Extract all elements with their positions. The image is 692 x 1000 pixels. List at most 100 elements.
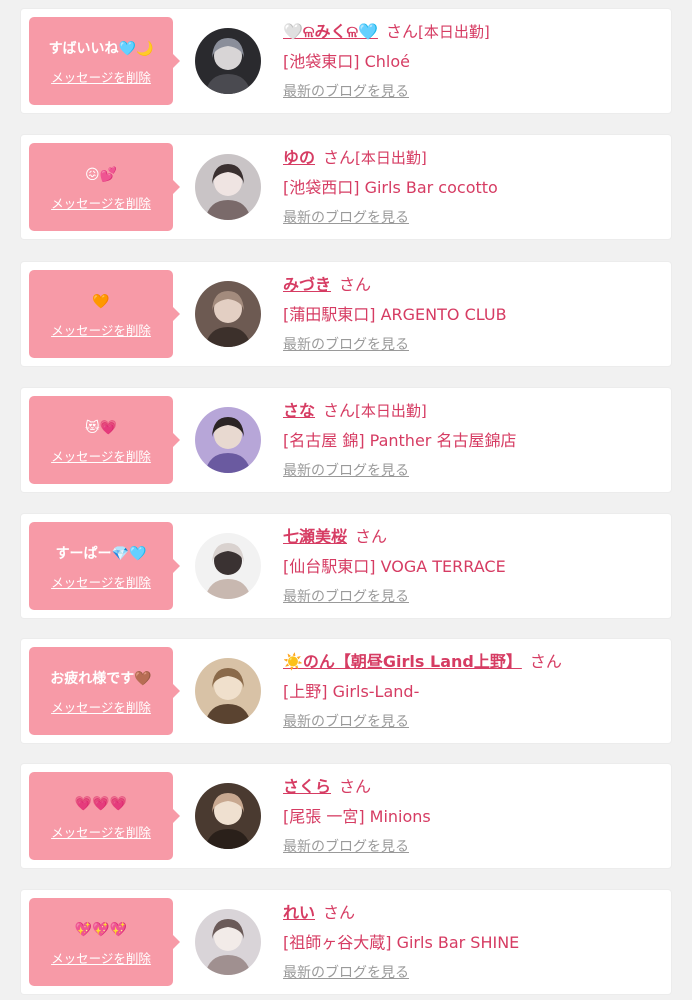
message-card: 😻💗 メッセージを削除 さな さん[本日出勤] [名古屋 錦] Panther 名古屋錦… <box>21 388 671 492</box>
message-card: すーぱー💎🩵 メッセージを削除 七瀬美桜 さん [仙台駅東口] VOGA TERRACE… <box>21 514 671 618</box>
message-text: 💖💖💖 <box>74 922 128 938</box>
shop-name: [名古屋 錦] Panther 名古屋錦店 <box>283 431 517 450</box>
cast-name-line: 🤍ଳみくଳ🩵 さん[本日出勤] <box>283 17 663 47</box>
message-card: すばいいね🩵🌙 メッセージを削除 🤍ଳみくଳ🩵 さん[本日出勤] [池袋東口] Chlo… <box>21 9 671 113</box>
message-bubble: すーぱー💎🩵 メッセージを削除 <box>29 522 180 610</box>
cast-name-link[interactable]: さな <box>283 401 315 420</box>
shop-name: [池袋東口] Chloé <box>283 52 410 71</box>
avatar[interactable] <box>195 407 261 473</box>
latest-blog-link[interactable]: 最新のブログを見る <box>283 958 663 988</box>
delete-message-link[interactable]: メッセージを削除 <box>51 700 151 716</box>
shop-name: [池袋西口] Girls Bar cocotto <box>283 178 498 197</box>
cast-info: ゆの さん[本日出勤] [池袋西口] Girls Bar cocotto 最新のブログ… <box>283 143 663 233</box>
message-bubble: お疲れ様です🤎 メッセージを削除 <box>29 647 180 735</box>
avatar-photo-icon <box>195 783 261 849</box>
avatar[interactable] <box>195 28 261 94</box>
cast-name-line: れい さん <box>283 898 663 928</box>
honorific: さん <box>323 903 356 922</box>
delete-message-link[interactable]: メッセージを削除 <box>51 323 151 339</box>
status-label: [本日出勤] <box>355 402 427 420</box>
honorific: さん <box>385 22 418 41</box>
shop-name: [上野] Girls-Land- <box>283 682 420 701</box>
message-card: 😖💕 メッセージを削除 ゆの さん[本日出勤] [池袋西口] Girls Bar coc… <box>21 135 671 239</box>
shop-name: [蒲田駅東口] ARGENTO CLUB <box>283 305 507 324</box>
avatar-photo-icon <box>195 533 261 599</box>
cast-name-link[interactable]: 七瀬美桜 <box>283 527 347 546</box>
message-text: 😖💕 <box>84 167 118 183</box>
cast-info: 🤍ଳみくଳ🩵 さん[本日出勤] [池袋東口] Chloé 最新のブログを見る <box>283 17 663 107</box>
cast-info: れい さん [祖師ヶ谷大蔵] Girls Bar SHINE 最新のブログを見る <box>283 898 663 988</box>
cast-name-link[interactable]: れい <box>283 903 315 922</box>
cast-name-line: 七瀬美桜 さん <box>283 522 663 552</box>
cast-info: みづき さん [蒲田駅東口] ARGENTO CLUB 最新のブログを見る <box>283 270 663 360</box>
message-bubble: 💖💖💖 メッセージを削除 <box>29 898 180 986</box>
cast-name-link[interactable]: さくら <box>283 777 331 796</box>
cast-info: さな さん[本日出勤] [名古屋 錦] Panther 名古屋錦店最新のブログを見る <box>283 396 663 486</box>
honorific: さん <box>339 275 372 294</box>
avatar[interactable] <box>195 783 261 849</box>
delete-message-link[interactable]: メッセージを削除 <box>51 70 151 86</box>
message-card: 💖💖💖 メッセージを削除 れい さん [祖師ヶ谷大蔵] Girls Bar SHINE 最… <box>21 890 671 994</box>
message-list: すばいいね🩵🌙 メッセージを削除 🤍ଳみくଳ🩵 さん[本日出勤] [池袋東口] Chlo… <box>0 0 692 1000</box>
message-text: すばいいね🩵🌙 <box>48 41 154 57</box>
message-bubble: 😻💗 メッセージを削除 <box>29 396 180 484</box>
avatar-photo-icon <box>195 154 261 220</box>
shop-name: [祖師ヶ谷大蔵] Girls Bar SHINE <box>283 933 520 952</box>
avatar[interactable] <box>195 658 261 724</box>
avatar-photo-icon <box>195 909 261 975</box>
cast-name-line: さくら さん <box>283 772 663 802</box>
message-bubble: 🧡 メッセージを削除 <box>29 270 180 358</box>
shop-name: [仙台駅東口] VOGA TERRACE <box>283 557 506 576</box>
delete-message-link[interactable]: メッセージを削除 <box>51 196 151 212</box>
cast-name-link[interactable]: 🤍ଳみくଳ🩵 <box>283 22 378 41</box>
avatar-photo-icon <box>195 407 261 473</box>
avatar[interactable] <box>195 281 261 347</box>
honorific: さん <box>323 401 356 420</box>
message-bubble: 💗💗💗 メッセージを削除 <box>29 772 180 860</box>
message-text: 🧡 <box>92 294 110 310</box>
avatar-photo-icon <box>195 28 261 94</box>
status-label: [本日出勤] <box>417 23 490 41</box>
delete-message-link[interactable]: メッセージを削除 <box>51 951 151 967</box>
latest-blog-link[interactable]: 最新のブログを見る <box>283 832 663 862</box>
honorific: さん <box>529 652 562 671</box>
cast-name-link[interactable]: ☀️のん【朝昼Girls Land上野】 <box>283 652 522 671</box>
avatar[interactable] <box>195 909 261 975</box>
avatar-photo-icon <box>195 281 261 347</box>
honorific: さん <box>355 527 388 546</box>
delete-message-link[interactable]: メッセージを削除 <box>51 575 151 591</box>
status-label: [本日出勤] <box>355 149 427 167</box>
latest-blog-link[interactable]: 最新のブログを見る <box>283 330 663 360</box>
message-text: お疲れ様です🤎 <box>50 671 152 687</box>
message-card: お疲れ様です🤎 メッセージを削除 ☀️のん【朝昼Girls Land上野】 さん [上野… <box>21 639 671 743</box>
cast-name-line: ☀️のん【朝昼Girls Land上野】 さん <box>283 647 663 677</box>
avatar-photo-icon <box>195 658 261 724</box>
cast-name-line: ゆの さん[本日出勤] <box>283 143 663 173</box>
latest-blog-link[interactable]: 最新のブログを見る <box>283 707 663 737</box>
avatar[interactable] <box>195 533 261 599</box>
honorific: さん <box>323 148 356 167</box>
delete-message-link[interactable]: メッセージを削除 <box>51 449 151 465</box>
cast-name-line: さな さん[本日出勤] <box>283 396 663 426</box>
cast-name-line: みづき さん <box>283 270 663 300</box>
cast-name-link[interactable]: みづき <box>283 275 331 294</box>
message-text: すーぱー💎🩵 <box>55 546 147 562</box>
cast-name-link[interactable]: ゆの <box>283 148 315 167</box>
latest-blog-link[interactable]: 最新のブログを見る <box>283 582 663 612</box>
message-card: 💗💗💗 メッセージを削除 さくら さん [尾張 一宮] Minions 最新のブログを見る <box>21 764 671 868</box>
cast-info: さくら さん [尾張 一宮] Minions 最新のブログを見る <box>283 772 663 862</box>
message-text: 💗💗💗 <box>74 796 128 812</box>
cast-info: ☀️のん【朝昼Girls Land上野】 さん [上野] Girls-Land- 最新… <box>283 647 663 737</box>
cast-info: 七瀬美桜 さん [仙台駅東口] VOGA TERRACE 最新のブログを見る <box>283 522 663 612</box>
message-bubble: すばいいね🩵🌙 メッセージを削除 <box>29 17 180 105</box>
shop-name: [尾張 一宮] Minions <box>283 807 431 826</box>
latest-blog-link[interactable]: 最新のブログを見る <box>283 456 663 486</box>
avatar[interactable] <box>195 154 261 220</box>
message-text: 😻💗 <box>84 420 118 436</box>
honorific: さん <box>339 777 372 796</box>
latest-blog-link[interactable]: 最新のブログを見る <box>283 203 663 233</box>
message-bubble: 😖💕 メッセージを削除 <box>29 143 180 231</box>
latest-blog-link[interactable]: 最新のブログを見る <box>283 77 663 107</box>
delete-message-link[interactable]: メッセージを削除 <box>51 825 151 841</box>
message-card: 🧡 メッセージを削除 みづき さん [蒲田駅東口] ARGENTO CLUB 最新のブログ… <box>21 262 671 366</box>
